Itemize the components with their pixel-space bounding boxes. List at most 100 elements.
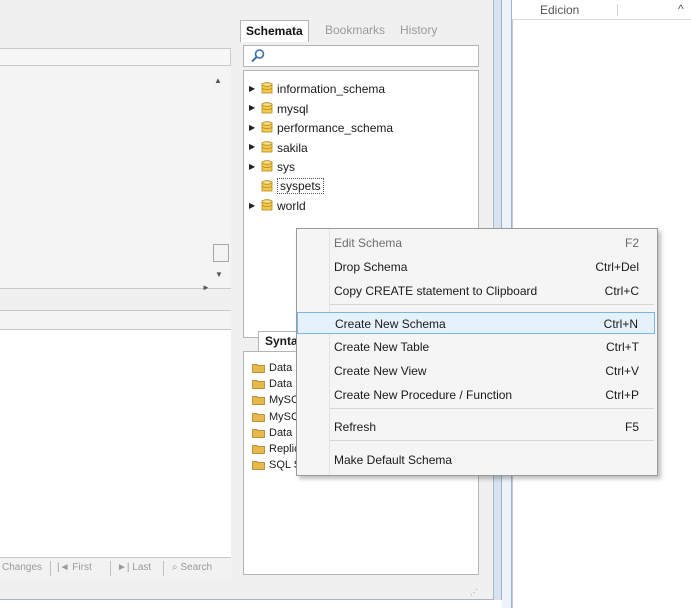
database-icon bbox=[261, 141, 273, 153]
menu-item[interactable]: Create New Procedure / Function Ctrl+P bbox=[297, 384, 655, 406]
menu-item-label: Create New Schema bbox=[335, 317, 446, 331]
schema-name-label: sys bbox=[277, 159, 295, 174]
menu-item-label: Create New View bbox=[334, 364, 427, 378]
folder-icon bbox=[252, 445, 265, 454]
expand-arrow-icon[interactable]: ▶ bbox=[249, 197, 259, 215]
schema-tree-item[interactable]: ▶ sys bbox=[249, 157, 295, 175]
menu-item-shortcut: Ctrl+V bbox=[605, 364, 639, 378]
syntax-item-label: Data bbox=[269, 362, 293, 374]
menu-item-shortcut: Ctrl+Del bbox=[595, 260, 639, 274]
schema-tree-item[interactable]: ▶ sakila bbox=[249, 138, 308, 156]
menu-item[interactable]: Copy CREATE statement to Clipboard Ctrl+C bbox=[297, 280, 655, 302]
menu-item-label: Copy CREATE statement to Clipboard bbox=[334, 284, 538, 298]
search-label: Search bbox=[180, 562, 213, 573]
menu-item-label: Edit Schema bbox=[334, 236, 403, 250]
expand-arrow-icon[interactable]: ▶ bbox=[249, 99, 259, 117]
right-panel-header bbox=[512, 0, 691, 20]
menu-item[interactable]: Create New Schema Ctrl+N bbox=[297, 312, 655, 334]
scroll-right-arrow-icon[interactable]: ► bbox=[202, 283, 210, 292]
syntax-item-label: MySC bbox=[269, 394, 299, 407]
schema-name-label: information_schema bbox=[277, 81, 386, 96]
syntax-item-label: Data bbox=[269, 426, 293, 439]
toolbar-separator bbox=[163, 561, 164, 576]
scroll-down-arrow-icon[interactable]: ▼ bbox=[215, 270, 223, 279]
search-grid-button[interactable]: ⌕ Search bbox=[172, 562, 212, 573]
output-area bbox=[0, 330, 231, 558]
menu-item[interactable]: Edit Schema F2 bbox=[297, 232, 655, 254]
schema-tree-item[interactable]: ▶ world bbox=[249, 196, 306, 214]
right-panel-header-label[interactable]: Edicion bbox=[540, 3, 579, 17]
result-grid[interactable] bbox=[0, 66, 231, 289]
toolbar-separator bbox=[110, 561, 111, 576]
menu-item-shortcut: Ctrl+C bbox=[604, 284, 639, 298]
first-icon: |◄ bbox=[57, 562, 73, 573]
menu-item-label: Refresh bbox=[334, 420, 377, 434]
folder-icon bbox=[252, 380, 265, 390]
schema-tree-item[interactable]: ▶ mysql bbox=[249, 99, 308, 117]
menu-item-label: Drop Schema bbox=[334, 260, 408, 274]
menu-item[interactable]: Create New Table Ctrl+T bbox=[297, 336, 655, 358]
syntax-tree-item[interactable]: Data bbox=[252, 376, 292, 392]
menu-item[interactable]: Refresh F5 bbox=[297, 416, 655, 438]
first-record-button[interactable]: |◄ First bbox=[57, 562, 92, 573]
menu-item[interactable]: Drop Schema Ctrl+Del bbox=[297, 256, 655, 278]
expand-arrow-icon[interactable]: ▶ bbox=[249, 119, 259, 137]
menu-item-shortcut: Ctrl+T bbox=[606, 340, 639, 354]
schema-name-label: syspets bbox=[277, 178, 324, 195]
resize-grip-icon[interactable]: ⋰ bbox=[470, 588, 478, 597]
menu-item-shortcut: Ctrl+P bbox=[605, 388, 639, 402]
syntax-tree-item[interactable]: MySC bbox=[252, 409, 299, 425]
menu-item-shortcut: Ctrl+N bbox=[603, 317, 638, 331]
tab-bookmarks[interactable]: Bookmarks bbox=[325, 23, 385, 37]
last-record-button[interactable]: ►| Last bbox=[117, 562, 151, 573]
schema-name-label: mysql bbox=[277, 101, 309, 116]
schema-name-label: performance_schema bbox=[277, 120, 394, 135]
schema-tree-item[interactable]: syspets bbox=[249, 177, 324, 195]
apply-changes-button[interactable]: Changes bbox=[2, 562, 42, 573]
folder-icon bbox=[252, 364, 265, 373]
last-icon: ►| bbox=[117, 562, 133, 573]
first-label: First bbox=[72, 562, 92, 573]
database-icon bbox=[261, 102, 273, 114]
vertical-scrollbar-thumb[interactable] bbox=[213, 244, 229, 262]
syntax-tree-item[interactable]: Data bbox=[252, 425, 292, 441]
database-icon bbox=[261, 199, 273, 211]
header-separator bbox=[617, 4, 618, 16]
syntax-tree-item[interactable]: Data bbox=[252, 360, 292, 376]
folder-icon bbox=[252, 429, 265, 438]
schema-name-label: sakila bbox=[277, 140, 308, 155]
scroll-up-arrow-icon[interactable]: ▲ bbox=[214, 76, 222, 85]
collapse-caret-icon[interactable]: ^ bbox=[678, 2, 684, 16]
result-grid-header bbox=[0, 48, 231, 66]
folder-icon bbox=[252, 461, 265, 471]
database-icon bbox=[261, 180, 273, 192]
toolbar-separator bbox=[50, 561, 51, 576]
syntax-item-label: Data bbox=[269, 378, 293, 391]
schema-tree-item[interactable]: ▶ performance_schema bbox=[249, 118, 393, 136]
tab-history[interactable]: History bbox=[400, 23, 437, 37]
menu-item-shortcut: F5 bbox=[624, 420, 639, 434]
panel-divider-bar bbox=[0, 310, 231, 330]
menu-item[interactable]: Make Default Schema bbox=[297, 449, 655, 471]
expand-arrow-icon[interactable]: ▶ bbox=[249, 158, 259, 176]
menu-separator bbox=[330, 408, 654, 409]
menu-item-shortcut: F2 bbox=[624, 236, 639, 250]
menu-item-label: Create New Table bbox=[334, 340, 430, 354]
folder-icon bbox=[252, 396, 265, 406]
database-icon bbox=[261, 82, 273, 94]
tab-schemata[interactable]: Schemata bbox=[240, 20, 309, 42]
menu-separator bbox=[330, 304, 654, 305]
schema-name-label: world bbox=[277, 198, 306, 213]
search-icon bbox=[251, 49, 265, 63]
expand-arrow-icon[interactable]: ▶ bbox=[249, 80, 259, 98]
database-icon bbox=[261, 121, 273, 133]
schema-filter-input[interactable] bbox=[243, 45, 479, 67]
last-label: Last bbox=[132, 562, 152, 573]
syntax-tree-item[interactable]: MySC bbox=[252, 392, 299, 408]
menu-separator bbox=[330, 440, 654, 441]
database-icon bbox=[261, 160, 273, 172]
schema-tree-item[interactable]: ▶ information_schema bbox=[249, 79, 385, 97]
grid-navigation-toolbar: Changes |◄ First ►| Last ⌕ Search bbox=[0, 557, 231, 579]
menu-item[interactable]: Create New View Ctrl+V bbox=[297, 360, 655, 382]
expand-arrow-icon[interactable]: ▶ bbox=[249, 138, 259, 156]
